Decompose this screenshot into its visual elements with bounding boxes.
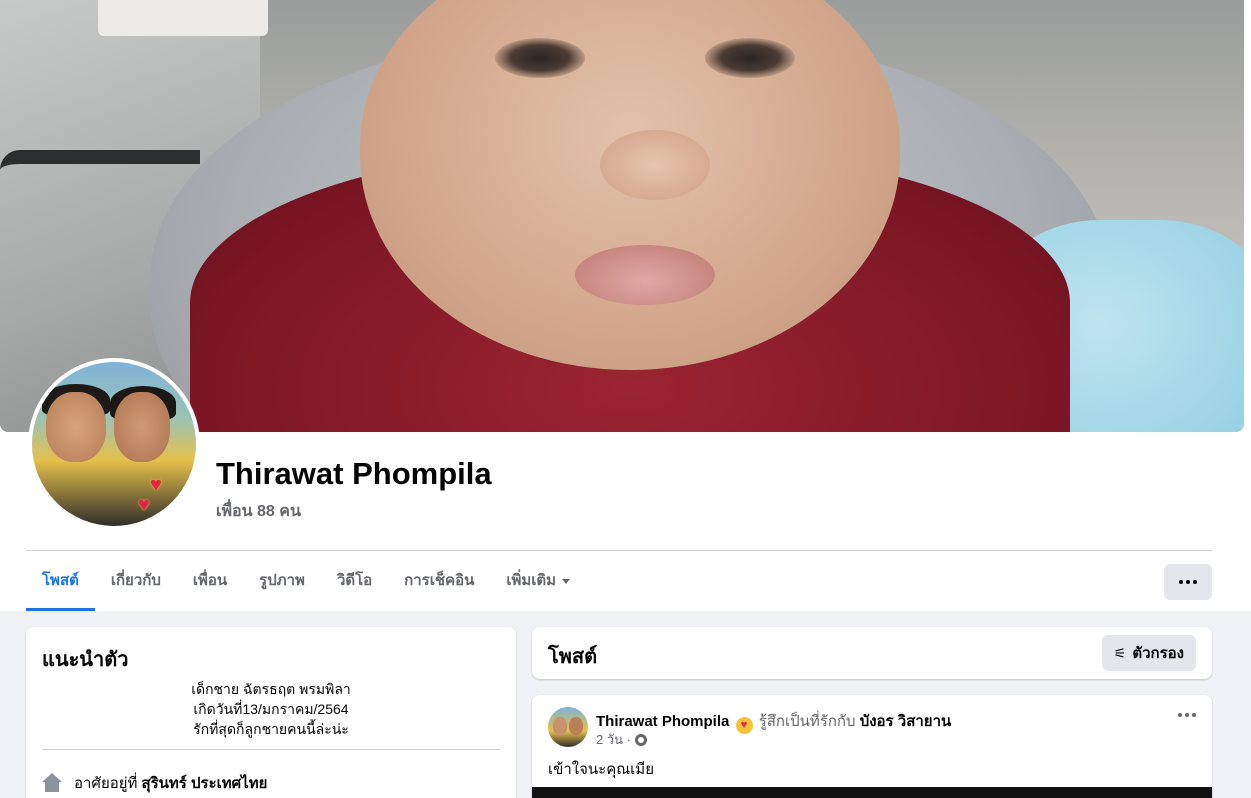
filter-label: ตัวกรอง	[1132, 645, 1184, 662]
intro-bio: เด็กชาย ฉัตรธฤต พรมพิลา เกิดวันที่13/มกร…	[42, 679, 500, 739]
tab-checkins[interactable]: การเช็คอิน	[388, 551, 490, 611]
lives-in-row: อาศัยอยู่ที่ สุรินทร์ ประเทศไทย	[42, 771, 267, 795]
intro-title: แนะนำตัว	[42, 649, 129, 671]
post-time[interactable]: 2 วัน ·	[596, 729, 631, 750]
globe-icon	[634, 733, 647, 746]
bio-line: รักที่สุดก็ลูกชายคนนี้ล่ะน่ะ	[193, 721, 349, 737]
post-header-line: Thirawat Phompila ♥ รู้สึกเป็นที่รักกับ …	[596, 709, 951, 734]
filter-icon: ⚟	[1113, 644, 1127, 661]
post-media[interactable]	[532, 787, 1212, 798]
profile-more-button[interactable]	[1164, 564, 1212, 600]
tab-label: เพื่อน	[192, 572, 228, 589]
profile-tabs: โพสต์ เกี่ยวกับ เพื่อน รูปภาพ วิดีโอ การ…	[26, 551, 586, 611]
post-options-button[interactable]	[1178, 713, 1196, 717]
posts-title: โพสต์	[548, 646, 598, 668]
heart-icon: ♥	[138, 494, 150, 516]
tab-label: เพิ่มเติม	[506, 572, 557, 589]
friends-count[interactable]: เพื่อน 88 คน	[216, 499, 301, 524]
tab-photos[interactable]: รูปภาพ	[243, 551, 321, 611]
filter-button[interactable]: ⚟ ตัวกรอง	[1101, 635, 1196, 671]
tab-label: รูปภาพ	[259, 572, 305, 589]
post-card: Thirawat Phompila ♥ รู้สึกเป็นที่รักกับ …	[532, 695, 1212, 798]
post-feeling: รู้สึกเป็นที่รักกับ	[758, 713, 856, 730]
post-meta: 2 วัน ·	[596, 729, 647, 750]
post-text: เข้าใจนะคุณเมีย	[548, 761, 654, 778]
more-dots-icon	[1179, 580, 1183, 584]
intro-divider	[42, 749, 500, 750]
intro-card: แนะนำตัว เด็กชาย ฉัตรธฤต พรมพิลา เกิดวัน…	[26, 627, 516, 798]
lives-in-prefix: อาศัยอยู่ที่	[74, 775, 138, 792]
heart-icon: ♥	[150, 474, 162, 496]
feeling-loved-icon: ♥	[735, 717, 753, 734]
profile-name: Thirawat Phompila	[216, 456, 492, 491]
posts-header-card: โพสต์ ⚟ ตัวกรอง	[532, 627, 1212, 679]
post-tagged-person[interactable]: บังอร วิสายาน	[860, 713, 952, 730]
tab-label: โพสต์	[42, 572, 79, 589]
tab-label: เกี่ยวกับ	[110, 572, 161, 589]
bio-line: เด็กชาย ฉัตรธฤต พรมพิลา	[191, 681, 351, 697]
post-author-avatar[interactable]	[548, 707, 588, 747]
tab-label: การเช็คอิน	[404, 572, 475, 589]
tab-about[interactable]: เกี่ยวกับ	[95, 551, 177, 611]
lives-in-place[interactable]: สุรินทร์ ประเทศไทย	[141, 771, 267, 795]
post-author-name[interactable]: Thirawat Phompila	[596, 713, 729, 730]
profile-avatar[interactable]: ♥ ♥	[28, 358, 200, 530]
home-icon	[42, 773, 62, 793]
tab-posts[interactable]: โพสต์	[26, 551, 95, 611]
cover-photo[interactable]	[0, 0, 1244, 432]
caret-down-icon	[562, 578, 571, 584]
tab-more[interactable]: เพิ่มเติม	[490, 551, 586, 611]
tab-videos[interactable]: วิดีโอ	[321, 551, 388, 611]
more-dots-icon	[1178, 713, 1182, 717]
tab-label: วิดีโอ	[336, 572, 373, 589]
bio-line: เกิดวันที่13/มกราคม/2564	[193, 701, 349, 717]
tab-friends[interactable]: เพื่อน	[177, 551, 243, 611]
